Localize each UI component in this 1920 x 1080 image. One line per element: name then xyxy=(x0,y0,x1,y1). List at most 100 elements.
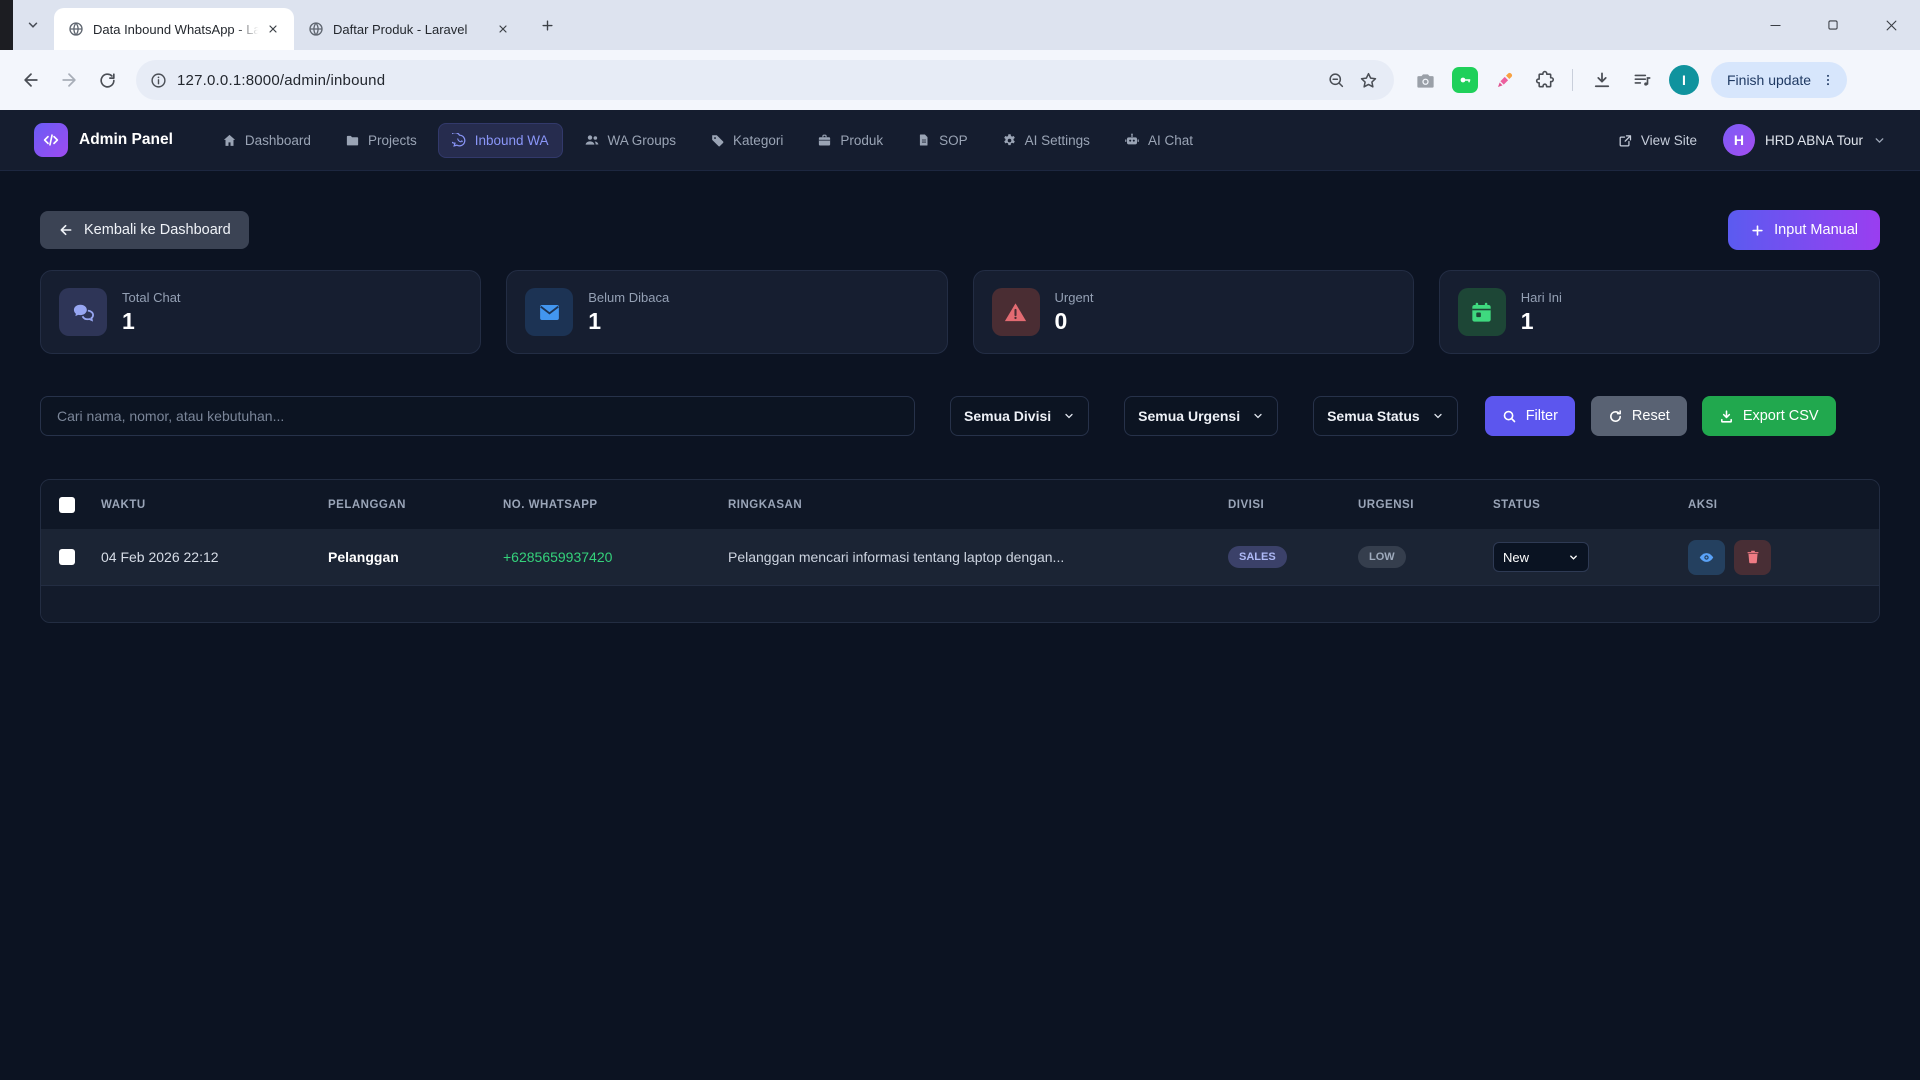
select-all-checkbox[interactable] xyxy=(59,497,75,513)
stat-card-belum-dibaca: Belum Dibaca 1 xyxy=(506,270,947,354)
download-icon xyxy=(1719,409,1734,424)
external-link-icon xyxy=(1618,133,1633,148)
eyedropper-icon[interactable] xyxy=(1488,63,1522,97)
chevron-down-icon xyxy=(1432,410,1444,422)
bookmark-star-icon[interactable] xyxy=(1352,64,1384,96)
browser-tab-active[interactable]: Data Inbound WhatsApp - Lara xyxy=(54,8,294,50)
chevron-down-icon xyxy=(26,18,40,32)
browser-profile-avatar[interactable]: I xyxy=(1669,65,1699,95)
camera-icon[interactable] xyxy=(1408,63,1442,97)
table-header-row: WAKTU PELANGGAN NO. WHATSAPP RINGKASAN D… xyxy=(41,480,1879,529)
close-window-button[interactable] xyxy=(1862,0,1920,50)
close-icon[interactable] xyxy=(262,18,284,40)
export-csv-button[interactable]: Export CSV xyxy=(1702,396,1836,436)
site-info-icon[interactable] xyxy=(150,72,167,89)
downloads-icon[interactable] xyxy=(1585,63,1619,97)
page-content: Kembali ke Dashboard Input Manual Total … xyxy=(0,171,1920,623)
zoom-out-icon[interactable] xyxy=(1320,64,1352,96)
tag-icon xyxy=(710,133,725,148)
divisi-select[interactable]: Semua Divisi xyxy=(950,396,1089,436)
export-csv-label: Export CSV xyxy=(1743,408,1819,424)
brand[interactable]: Admin Panel xyxy=(34,123,173,157)
browser-toolbar: 127.0.0.1:8000/admin/inbound I Finish up… xyxy=(0,50,1920,110)
delete-button[interactable] xyxy=(1734,540,1771,575)
nav-item-inbound-wa[interactable]: Inbound WA xyxy=(438,123,563,158)
nav-item-label: Produk xyxy=(840,133,883,148)
reset-button[interactable]: Reset xyxy=(1591,396,1687,436)
tab-title: Data Inbound WhatsApp - Lara xyxy=(93,22,262,37)
nav-item-kategori[interactable]: Kategori xyxy=(697,124,796,157)
media-queue-icon[interactable] xyxy=(1625,63,1659,97)
address-bar[interactable]: 127.0.0.1:8000/admin/inbound xyxy=(136,60,1394,100)
arrow-left-icon xyxy=(58,222,74,238)
trash-icon xyxy=(1745,549,1761,565)
row-checkbox[interactable] xyxy=(59,549,75,565)
stat-label: Hari Ini xyxy=(1521,290,1562,305)
robot-icon xyxy=(1124,132,1140,148)
back-icon[interactable] xyxy=(12,61,50,99)
col-pelanggan: PELANGGAN xyxy=(328,499,503,511)
status-select[interactable]: Semua Status xyxy=(1313,396,1458,436)
finish-update-button[interactable]: Finish update xyxy=(1711,62,1847,98)
maximize-button[interactable] xyxy=(1804,0,1862,50)
forward-icon[interactable] xyxy=(50,61,88,99)
col-urgensi: URGENSI xyxy=(1358,499,1493,511)
row-status-select[interactable]: New xyxy=(1493,542,1589,572)
stat-value: 1 xyxy=(122,308,181,335)
extensions-puzzle-icon[interactable] xyxy=(1528,63,1562,97)
filter-button[interactable]: Filter xyxy=(1485,396,1575,436)
globe-icon xyxy=(68,21,84,37)
table-row: 04 Feb 2026 22:12 Pelanggan +62856599374… xyxy=(41,529,1879,586)
chevron-down-icon xyxy=(1252,410,1264,422)
browser-tab-inactive[interactable]: Daftar Produk - Laravel xyxy=(294,8,524,50)
search-icon xyxy=(1502,409,1517,424)
chevron-down-icon xyxy=(1063,410,1075,422)
chevron-down-icon xyxy=(1568,552,1579,563)
reload-icon[interactable] xyxy=(88,61,126,99)
back-to-dashboard-label: Kembali ke Dashboard xyxy=(84,222,231,238)
col-divisi: DIVISI xyxy=(1228,499,1358,511)
briefcase-icon xyxy=(817,133,832,148)
view-button[interactable] xyxy=(1688,540,1725,575)
page-topbar: Kembali ke Dashboard Input Manual xyxy=(40,210,1880,250)
close-icon[interactable] xyxy=(492,18,514,40)
nav-item-projects[interactable]: Projects xyxy=(332,124,430,157)
tab-search-button[interactable] xyxy=(18,10,48,40)
url-text[interactable]: 127.0.0.1:8000/admin/inbound xyxy=(177,72,1320,89)
nav-item-label: AI Settings xyxy=(1025,133,1090,148)
status-select-value: Semua Status xyxy=(1327,408,1420,424)
search-input[interactable] xyxy=(40,396,915,436)
back-to-dashboard-button[interactable]: Kembali ke Dashboard xyxy=(40,211,249,249)
nav-item-wa-groups[interactable]: WA Groups xyxy=(571,123,690,157)
browser-menu-icon[interactable] xyxy=(1815,67,1841,93)
input-manual-button[interactable]: Input Manual xyxy=(1728,210,1880,250)
nav-item-produk[interactable]: Produk xyxy=(804,124,896,157)
nav-item-ai-chat[interactable]: AI Chat xyxy=(1111,123,1206,157)
col-status: STATUS xyxy=(1493,499,1688,511)
minimize-button[interactable] xyxy=(1746,0,1804,50)
nav-right: View Site H HRD ABNA Tour xyxy=(1618,124,1886,156)
new-tab-button[interactable] xyxy=(532,10,562,40)
chevron-down-icon xyxy=(1873,134,1886,147)
view-site-link[interactable]: View Site xyxy=(1618,133,1697,148)
nav-item-dashboard[interactable]: Dashboard xyxy=(209,124,324,157)
stat-label: Total Chat xyxy=(122,290,181,305)
finish-update-label: Finish update xyxy=(1727,72,1811,88)
nav-item-label: SOP xyxy=(939,133,968,148)
cell-whatsapp-number[interactable]: +6285659937420 xyxy=(503,549,728,565)
plus-icon xyxy=(540,18,555,33)
urgensi-select[interactable]: Semua Urgensi xyxy=(1124,396,1278,436)
row-status-value: New xyxy=(1503,550,1529,565)
divisi-select-value: Semua Divisi xyxy=(964,408,1051,424)
stat-value: 0 xyxy=(1055,308,1094,335)
col-aksi: AKSI xyxy=(1688,499,1879,511)
cell-pelanggan: Pelanggan xyxy=(328,549,503,565)
stat-value: 1 xyxy=(1521,308,1562,335)
browser-tab-strip: Data Inbound WhatsApp - Lara Daftar Prod… xyxy=(0,0,1920,50)
user-menu[interactable]: H HRD ABNA Tour xyxy=(1723,124,1886,156)
toolbar-divider xyxy=(1572,69,1573,91)
password-extension-icon[interactable] xyxy=(1448,63,1482,97)
nav-item-ai-settings[interactable]: AI Settings xyxy=(989,124,1103,157)
cell-ringkasan: Pelanggan mencari informasi tentang lapt… xyxy=(728,549,1228,565)
nav-item-sop[interactable]: SOP xyxy=(904,124,981,157)
